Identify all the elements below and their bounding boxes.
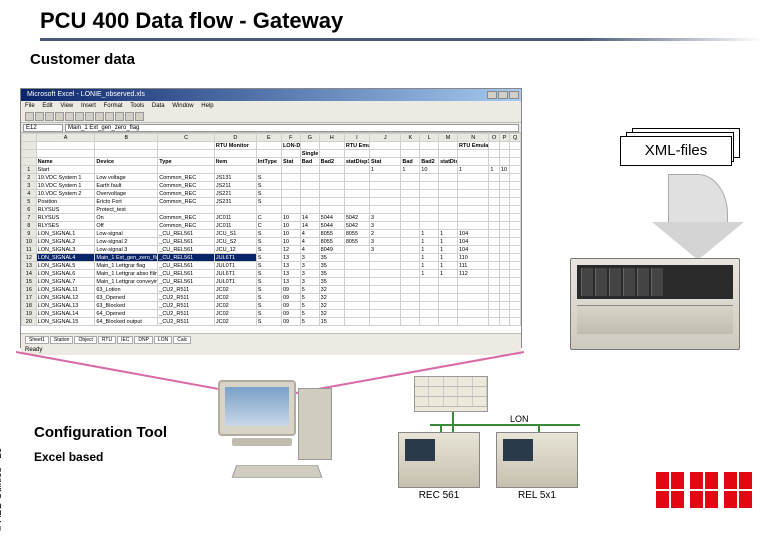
tb-copy[interactable] <box>75 112 84 121</box>
tb-sum[interactable] <box>115 112 124 121</box>
maximize-button[interactable] <box>498 91 508 99</box>
menu-edit[interactable]: Edit <box>42 103 52 109</box>
xml-files-stack: XML-files <box>620 128 744 166</box>
menu-help[interactable]: Help <box>201 103 213 109</box>
tab-iec[interactable]: IEC <box>117 336 133 344</box>
tab-rtu[interactable]: RTU <box>98 336 116 344</box>
tb-chart[interactable] <box>135 112 144 121</box>
toolbar <box>21 111 521 123</box>
tab-object[interactable]: Object <box>74 336 96 344</box>
tb-redo[interactable] <box>105 112 114 121</box>
minimize-button[interactable] <box>487 91 497 99</box>
tb-open[interactable] <box>35 112 44 121</box>
tab-lon[interactable]: LON <box>154 336 172 344</box>
menu-window[interactable]: Window <box>172 103 193 109</box>
rec561-label: REC 561 <box>398 490 480 501</box>
cell-reference[interactable]: E12 <box>23 124 63 132</box>
spreadsheet-window: Microsoft Excel - LONIE_observed.xls Fil… <box>20 88 522 348</box>
formula-input[interactable]: Main_1 Ext_gen_zero_flag <box>65 124 519 132</box>
window-buttons <box>486 91 521 99</box>
tb-new[interactable] <box>25 112 34 121</box>
spreadsheet-app-title: Microsoft Excel - LONIE_observed.xls <box>27 89 145 101</box>
subtitle: Customer data <box>0 41 780 72</box>
menu-insert[interactable]: Insert <box>81 103 96 109</box>
spreadsheet-titlebar: Microsoft Excel - LONIE_observed.xls <box>21 89 521 101</box>
tb-print[interactable] <box>55 112 64 121</box>
xml-files-label: XML-files <box>620 136 732 166</box>
tb-undo[interactable] <box>95 112 104 121</box>
menu-tools[interactable]: Tools <box>130 103 144 109</box>
flow-arrow-head <box>652 222 744 260</box>
tb-cut[interactable] <box>65 112 74 121</box>
tab-sheet1[interactable]: Sheet1 <box>25 336 49 344</box>
tb-paste[interactable] <box>85 112 94 121</box>
flow-arrow-body <box>668 174 728 226</box>
tb-sort[interactable] <box>125 112 134 121</box>
pcu-rack <box>570 258 740 350</box>
rel5x1-device <box>496 432 578 488</box>
menu-data[interactable]: Data <box>152 103 165 109</box>
config-tool-cpu <box>298 388 332 460</box>
page-title: PCU 400 Data flow - Gateway <box>0 0 780 38</box>
hub-device <box>414 376 488 412</box>
sheet-tabs: Sheet1 Station Object RTU IEC DNP LON Ca… <box>21 333 521 345</box>
menu-file[interactable]: File <box>25 103 35 109</box>
spreadsheet-grid[interactable]: ABCDEFGHIJKLMNOPQRTU MonitorLON-DDERTU E… <box>21 133 521 333</box>
tab-station[interactable]: Station <box>50 336 74 344</box>
rec561-device <box>398 432 480 488</box>
copyright: © ABB Utilities - 20 - <box>0 441 4 532</box>
close-button[interactable] <box>509 91 519 99</box>
formula-bar: E12 Main_1 Ext_gen_zero_flag <box>21 123 521 133</box>
config-tool-keyboard <box>232 465 323 478</box>
tb-save[interactable] <box>45 112 54 121</box>
config-tool-subtitle: Excel based <box>34 450 103 464</box>
menu-bar: File Edit View Insert Format Tools Data … <box>21 101 521 111</box>
config-tool-title: Configuration Tool <box>34 424 167 441</box>
rel5x1-label: REL 5x1 <box>496 490 578 501</box>
tab-dnp[interactable]: DNP <box>134 336 153 344</box>
config-tool-monitor <box>218 380 306 460</box>
abb-logo <box>656 472 754 510</box>
lon-line-v1 <box>452 412 454 432</box>
menu-format[interactable]: Format <box>104 103 123 109</box>
menu-view[interactable]: View <box>60 103 73 109</box>
lon-label: LON <box>510 414 529 424</box>
tab-calc[interactable]: Calc <box>173 336 191 344</box>
